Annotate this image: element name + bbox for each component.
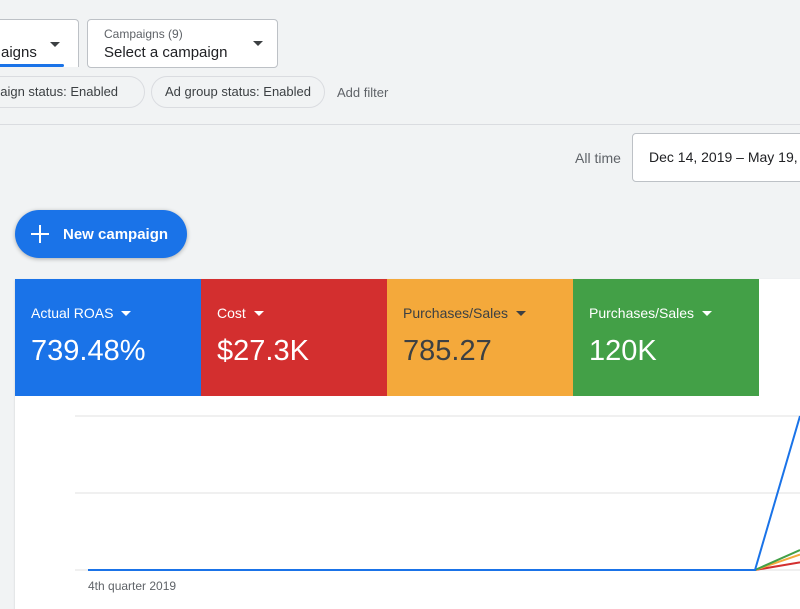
metric-name-text: Purchases/Sales xyxy=(589,305,695,321)
ad-group-status-chip[interactable]: Ad group status: Enabled xyxy=(151,76,325,108)
metric-name: Purchases/Sales xyxy=(589,305,713,321)
metric-value: 120K xyxy=(589,335,657,367)
metric-tile-purchases-sales[interactable]: Purchases/Sales 785.27 xyxy=(387,279,573,396)
date-range-label: All time xyxy=(575,150,621,166)
active-underline xyxy=(0,64,64,67)
campaign-selector-value: Select a campaign xyxy=(104,44,228,61)
metric-tile-cost[interactable]: Cost $27.3K xyxy=(201,279,387,396)
campaign-status-chip-label: paign status: Enabled xyxy=(0,84,119,99)
metric-name: Actual ROAS xyxy=(31,305,132,321)
metric-name-text: Actual ROAS xyxy=(31,305,114,321)
add-filter-link[interactable]: Add filter xyxy=(337,85,388,100)
series-line-2 xyxy=(88,553,800,571)
view-selector-value: aigns xyxy=(1,44,37,61)
campaign-selector-label: Campaigns (9) xyxy=(104,27,183,41)
date-range-picker[interactable]: Dec 14, 2019 – May 19, 2020 xyxy=(632,133,800,182)
series-line-3 xyxy=(88,561,800,571)
metric-tile-actual-roas[interactable]: Actual ROAS 739.48% xyxy=(15,279,201,396)
campaign-status-chip[interactable]: paign status: Enabled xyxy=(0,76,145,108)
metric-value: 739.48% xyxy=(31,335,146,367)
metric-name-text: Purchases/Sales xyxy=(403,305,509,321)
series-line-1 xyxy=(88,549,800,571)
caret-down-icon xyxy=(702,311,713,316)
ad-group-status-chip-label: Ad group status: Enabled xyxy=(165,84,311,99)
date-range-value: Dec 14, 2019 – May 19, 2020 xyxy=(649,149,800,165)
metric-name: Purchases/Sales xyxy=(403,305,527,321)
performance-chart xyxy=(75,415,800,571)
caret-down-icon xyxy=(516,311,527,316)
chevron-down-icon xyxy=(50,42,60,47)
metric-tile-purchases-sales-2[interactable]: Purchases/Sales 120K xyxy=(573,279,759,396)
campaign-selector[interactable]: Campaigns (9) Select a campaign xyxy=(87,19,278,68)
caret-down-icon xyxy=(121,311,132,316)
plus-icon xyxy=(30,224,50,244)
metric-value: $27.3K xyxy=(217,335,309,367)
chevron-down-icon xyxy=(253,41,263,46)
metric-name-text: Cost xyxy=(217,305,246,321)
header-divider xyxy=(0,124,800,125)
metric-name: Cost xyxy=(217,305,264,321)
x-axis-tick-label: 4th quarter 2019 xyxy=(88,579,177,593)
view-selector[interactable]: aigns xyxy=(0,19,79,67)
metric-value: 785.27 xyxy=(403,335,492,367)
new-campaign-button[interactable]: New campaign xyxy=(15,210,187,258)
new-campaign-label: New campaign xyxy=(63,226,169,243)
caret-down-icon xyxy=(253,311,264,316)
